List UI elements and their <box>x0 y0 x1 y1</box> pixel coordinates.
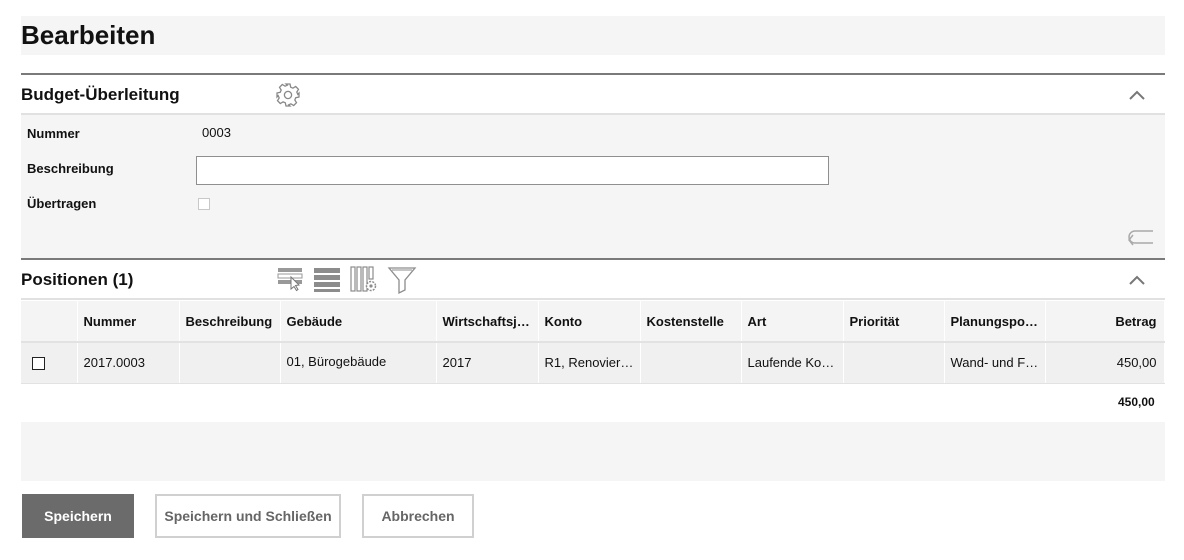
uebertragen-checkbox[interactable] <box>198 198 210 210</box>
column-header-select <box>21 301 78 342</box>
column-header-nummer[interactable]: Nummer <box>77 301 180 342</box>
cell-planungspos: Wand- und Fassade <box>944 341 1046 384</box>
filter-icon[interactable] <box>387 265 417 300</box>
positions-section-title: Positionen (1) <box>21 270 134 289</box>
positions-section-header[interactable]: Positionen (1) <box>21 258 1165 300</box>
chevron-up-icon[interactable] <box>1129 89 1145 101</box>
uebertragen-label: Übertragen <box>27 196 97 211</box>
save-button[interactable]: Speichern <box>22 494 134 538</box>
cell-art: Laufende Kosten <box>741 341 844 384</box>
save-and-close-button[interactable]: Speichern und Schließen <box>155 494 341 538</box>
column-header-konto[interactable]: Konto <box>538 301 641 342</box>
cell-wirtschaftsjahr: 2017 <box>436 341 539 384</box>
budget-section-title: Budget-Überleitung <box>21 85 180 104</box>
positions-table: Nummer Beschreibung Gebäude Wirtschaftsj… <box>21 301 1165 384</box>
nummer-label: Nummer <box>27 126 80 141</box>
column-header-wirtschaftsjahr[interactable]: Wirtschaftsjahr <box>436 301 539 342</box>
undo-icon[interactable] <box>1127 227 1155 254</box>
column-header-gebaeude[interactable]: Gebäude <box>280 301 437 342</box>
page-header: Bearbeiten <box>21 16 1165 55</box>
row-select-cell <box>21 341 78 384</box>
cell-betrag: 450,00 <box>1045 341 1165 384</box>
table-footer-area <box>21 422 1165 481</box>
budget-form: Nummer 0003 Beschreibung Übertragen <box>21 115 1165 259</box>
budget-section-header[interactable]: Budget-Überleitung <box>21 73 1165 115</box>
page-title: Bearbeiten <box>21 20 156 50</box>
nummer-value: 0003 <box>202 125 231 140</box>
column-header-betrag[interactable]: Betrag <box>1045 301 1165 342</box>
cell-konto: R1, Renovierung <box>538 341 641 384</box>
cell-beschreibung <box>179 341 281 384</box>
select-rows-icon[interactable] <box>277 265 305 298</box>
chevron-up-icon[interactable] <box>1129 274 1145 286</box>
cell-nummer: 2017.0003 <box>77 341 180 384</box>
beschreibung-label: Beschreibung <box>27 161 114 176</box>
cell-gebaeude: 01, Bürogebäude <box>280 341 437 384</box>
table-row[interactable]: 2017.0003 01, Bürogebäude 2017 R1, Renov… <box>21 341 1165 384</box>
column-header-beschreibung[interactable]: Beschreibung <box>179 301 281 342</box>
column-header-prioritaet[interactable]: Priorität <box>843 301 945 342</box>
column-header-kostenstelle[interactable]: Kostenstelle <box>640 301 742 342</box>
list-view-icon[interactable] <box>313 265 341 298</box>
beschreibung-field[interactable] <box>196 156 829 185</box>
column-settings-icon[interactable] <box>349 265 379 298</box>
cell-kostenstelle <box>640 341 742 384</box>
table-header-row: Nummer Beschreibung Gebäude Wirtschaftsj… <box>21 301 1165 342</box>
row-checkbox[interactable] <box>32 357 45 371</box>
cell-prioritaet <box>843 341 945 384</box>
column-header-art[interactable]: Art <box>741 301 844 342</box>
total-amount: 450,00 <box>1118 395 1155 409</box>
column-header-planungspos[interactable]: Planungspos... <box>944 301 1046 342</box>
gear-icon[interactable] <box>275 82 301 113</box>
cancel-button[interactable]: Abbrechen <box>362 494 474 538</box>
